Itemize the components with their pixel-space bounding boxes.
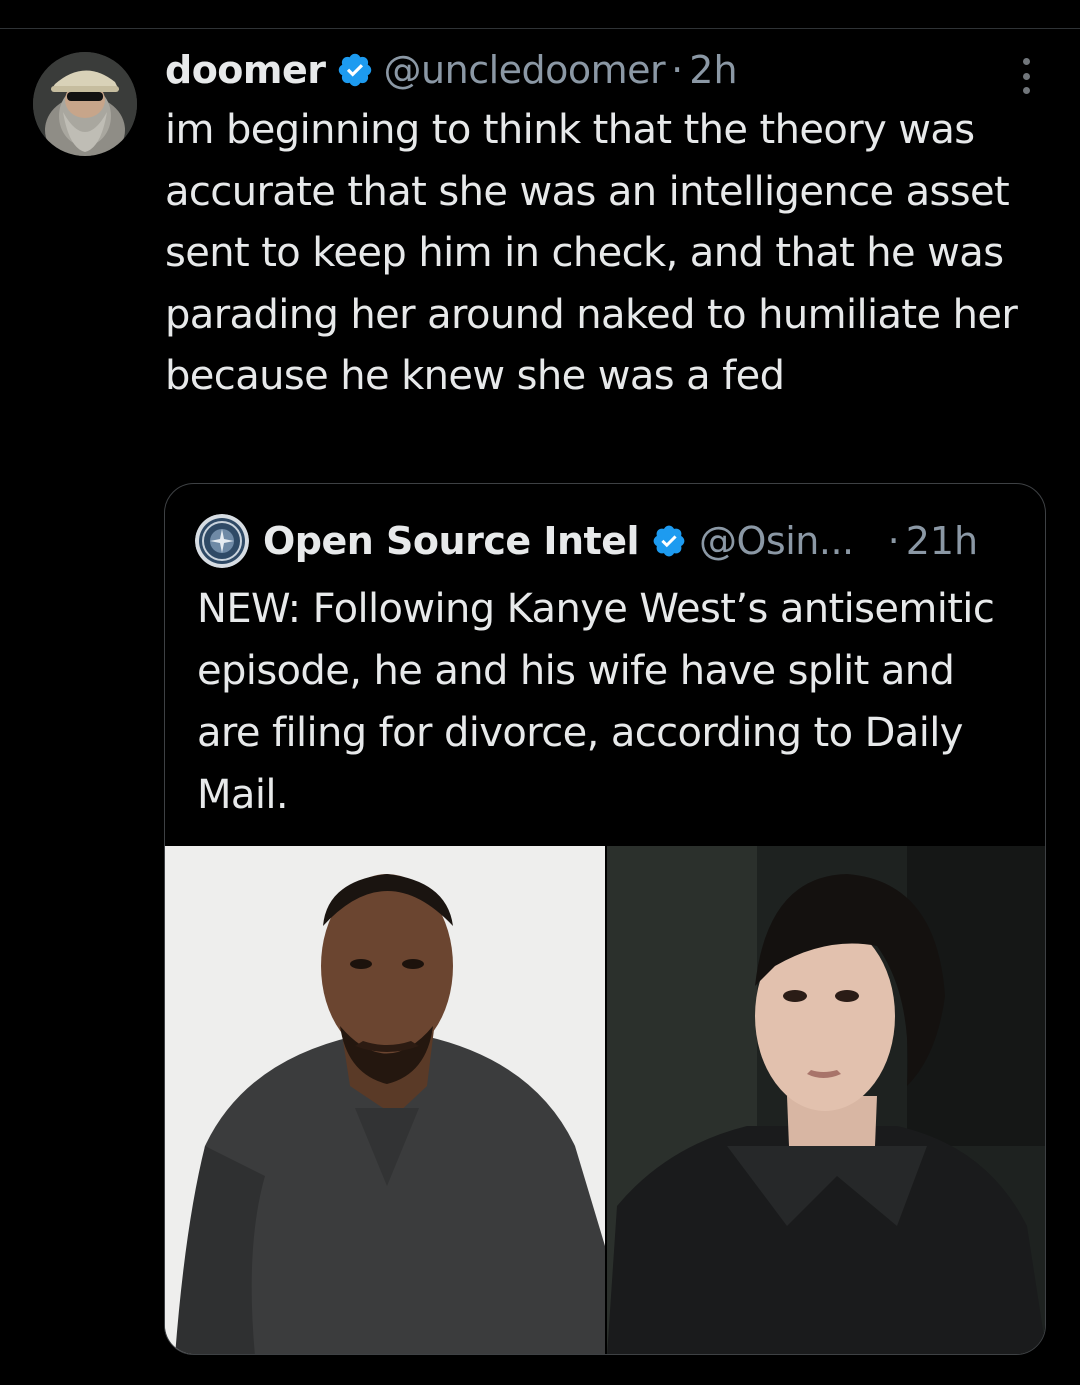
- author-handle[interactable]: @uncledoomer: [384, 48, 666, 92]
- quoted-tweet-text: NEW: Following Kanye West’s antisemitic …: [197, 586, 995, 818]
- separator-dot: ·: [671, 48, 684, 92]
- more-vertical-icon[interactable]: [1018, 58, 1034, 94]
- tweet-header: doomer @uncledoomer · 2h: [165, 44, 738, 96]
- bearded-man-avatar-icon: [33, 52, 137, 156]
- user-avatar[interactable]: [33, 52, 137, 156]
- verified-badge-icon: [651, 523, 687, 559]
- quoted-tweet-media[interactable]: [165, 846, 1045, 1354]
- quoted-tweet-header: Open Source Intel @Osin... · 21h: [195, 514, 978, 568]
- media-photo-man[interactable]: [165, 846, 605, 1354]
- quoted-author-handle[interactable]: @Osin...: [699, 519, 854, 563]
- media-photo-woman[interactable]: [607, 846, 1045, 1354]
- quoted-author-avatar[interactable]: [195, 514, 249, 568]
- emblem-seal-icon: [195, 514, 249, 568]
- top-divider: [0, 28, 1080, 29]
- author-display-name[interactable]: doomer: [165, 48, 326, 92]
- tweet-text: im beginning to think that the theory wa…: [165, 107, 1018, 399]
- separator-dot: ·: [887, 519, 900, 563]
- quoted-tweet-timestamp[interactable]: 21h: [906, 519, 978, 563]
- quoted-author-display-name[interactable]: Open Source Intel: [263, 519, 640, 563]
- man-portrait-photo-icon: [165, 846, 605, 1354]
- verified-badge-icon: [336, 51, 374, 89]
- quoted-tweet-card[interactable]: Open Source Intel @Osin... · 21h NEW: Fo…: [164, 483, 1046, 1355]
- tweet-timestamp[interactable]: 2h: [689, 48, 737, 92]
- woman-portrait-photo-icon: [607, 846, 1045, 1354]
